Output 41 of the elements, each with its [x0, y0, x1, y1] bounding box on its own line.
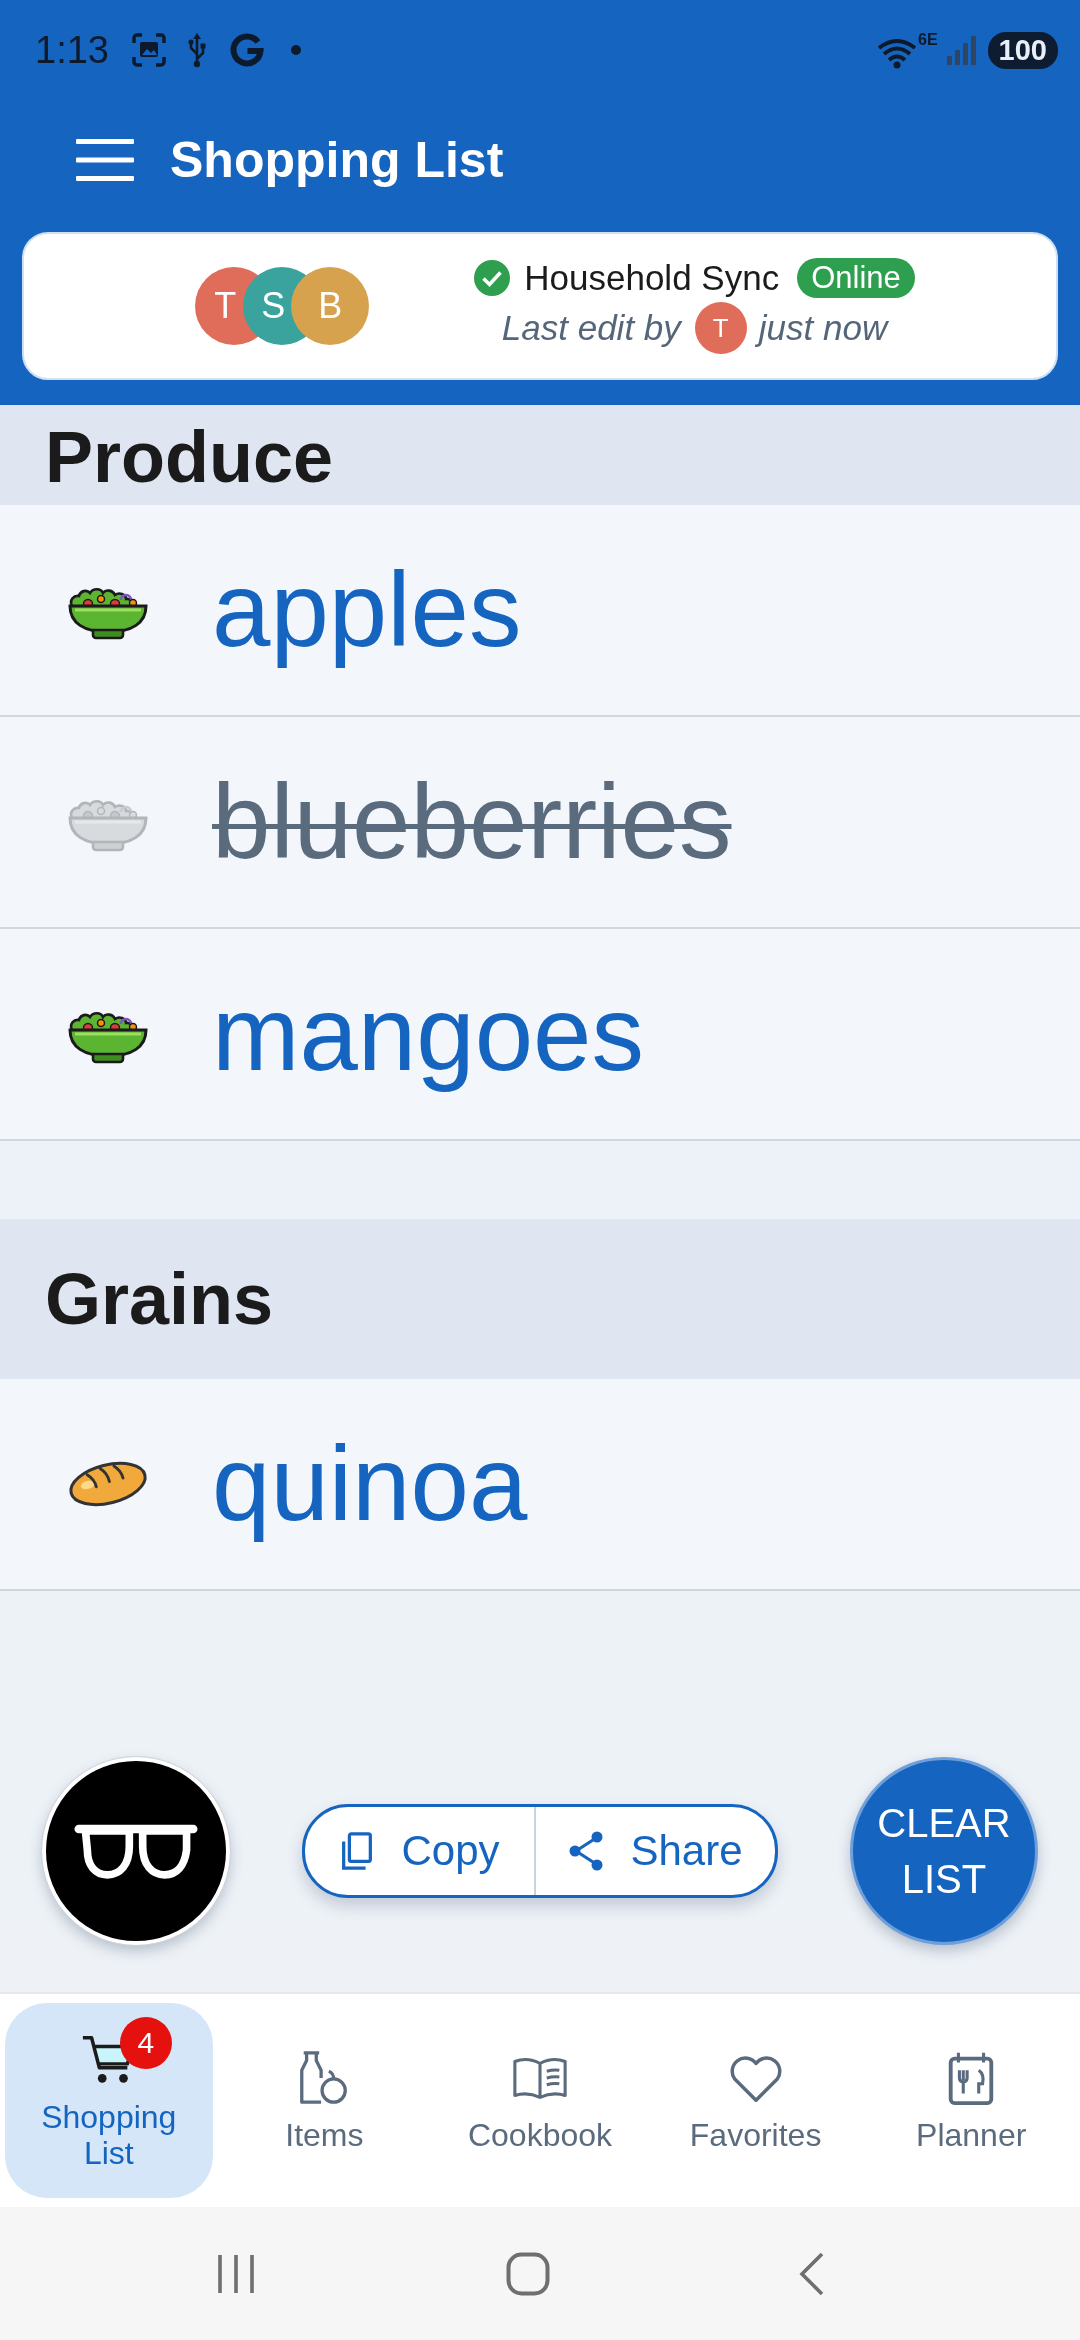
avatar: T — [694, 302, 747, 354]
screenshot-icon — [130, 32, 167, 68]
avatar: B — [291, 267, 370, 345]
list-row[interactable]: apples — [0, 505, 1080, 717]
usb-icon — [186, 32, 207, 68]
nav-tab[interactable]: 4 Shopping List — [5, 2003, 213, 2198]
section-title: Grains — [45, 1257, 274, 1341]
nav-tab[interactable]: Favorites — [651, 2003, 860, 2198]
app-logo-icon — [228, 32, 265, 68]
share-button[interactable]: Share — [536, 1807, 775, 1895]
signal-icon — [945, 34, 978, 66]
nav-tab[interactable]: Planner — [867, 2003, 1075, 2198]
sync-title: Household Sync — [524, 258, 780, 298]
copy-button[interactable]: Copy — [305, 1807, 536, 1895]
wifi-icon — [877, 37, 918, 69]
item-name: quinoa — [212, 1424, 528, 1544]
nav-tab[interactable]: Cookbook — [436, 2003, 644, 2198]
check-circle-icon — [474, 260, 511, 296]
last-edit-label: Last edit by — [501, 308, 681, 348]
nav-tab[interactable]: Items — [220, 2003, 429, 2198]
recent-apps-icon[interactable] — [216, 2252, 256, 2295]
item-name: blueberries — [212, 762, 732, 882]
clear-list-button[interactable]: CLEAR LIST — [850, 1757, 1038, 1945]
app-title: Shopping List — [170, 131, 504, 189]
section-title: Produce — [45, 416, 334, 499]
list-row[interactable]: mangoes — [0, 929, 1080, 1141]
status-badge: Online — [797, 258, 915, 298]
home-icon[interactable] — [505, 2251, 550, 2296]
back-icon[interactable] — [799, 2251, 825, 2296]
battery-indicator: 100 — [987, 31, 1058, 69]
item-name: apples — [212, 550, 522, 670]
item-name: mangoes — [212, 974, 644, 1094]
menu-button[interactable] — [76, 138, 134, 182]
share-icon — [568, 1831, 605, 1871]
network-label: 6E — [918, 31, 938, 49]
dot-icon — [290, 45, 301, 55]
list-row[interactable]: blueberries — [0, 717, 1080, 929]
status-time: 1:13 — [35, 28, 109, 72]
list-row[interactable]: quinoa — [0, 1379, 1080, 1591]
count-badge: 4 — [119, 2016, 172, 2069]
menu-icon — [76, 138, 134, 182]
